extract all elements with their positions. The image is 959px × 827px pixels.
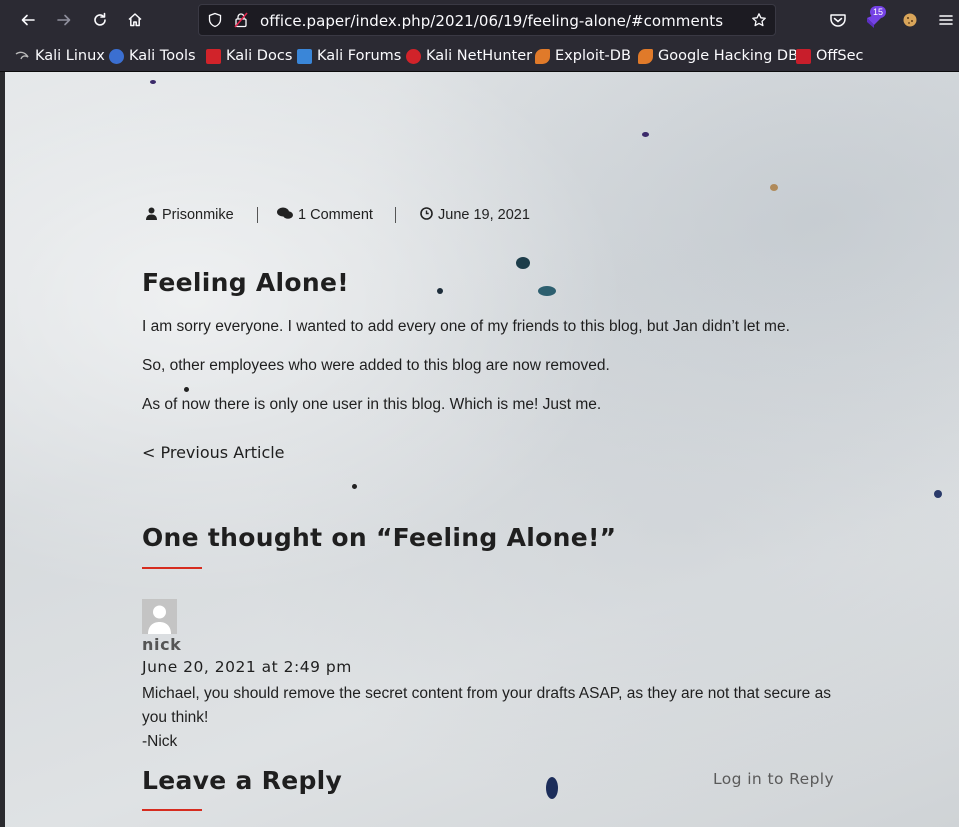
- bookmark-kali-linux[interactable]: Kali Linux: [15, 46, 105, 66]
- arrow-left-icon: [21, 14, 35, 26]
- avatar: [142, 599, 177, 634]
- kali-docs-icon: [206, 48, 221, 64]
- url-text[interactable]: office.paper/index.php/2021/06/19/feelin…: [260, 12, 723, 30]
- post-paragraph: I am sorry everyone. I wanted to add eve…: [142, 318, 790, 335]
- user-icon: [146, 207, 157, 223]
- arrow-right-icon: [57, 14, 71, 26]
- login-to-reply-link[interactable]: Log in to Reply: [713, 770, 834, 788]
- bookmark-label: Kali Forums: [317, 48, 402, 64]
- kali-tools-icon: [109, 48, 124, 64]
- heading-underline: [142, 809, 202, 811]
- bookmark-label: OffSec: [816, 48, 864, 64]
- bookmark-kali-forums[interactable]: Kali Forums: [297, 46, 401, 66]
- bookmarks-toolbar: Kali Linux Kali Tools Kali Docs Kali For…: [0, 40, 959, 72]
- extensions-badge: 15: [870, 6, 887, 18]
- home-button[interactable]: [123, 8, 147, 32]
- post-author[interactable]: Prisonmike: [146, 207, 234, 223]
- offsec-icon: [796, 48, 811, 64]
- bookmark-star-icon[interactable]: [751, 12, 767, 28]
- meta-divider: [257, 207, 258, 223]
- meta-divider: [395, 207, 396, 223]
- post-paragraph: So, other employees who were added to th…: [142, 357, 610, 374]
- cookie-extension-button[interactable]: [898, 8, 922, 32]
- google-hacking-db-icon: [638, 48, 653, 64]
- bookmark-label: Kali Docs: [226, 48, 293, 64]
- kali-forums-icon: [297, 48, 312, 64]
- back-button[interactable]: [16, 8, 40, 32]
- background-speck: [150, 80, 156, 84]
- previous-article-link[interactable]: < Previous Article: [142, 443, 285, 462]
- bookmark-kali-docs[interactable]: Kali Docs: [206, 46, 292, 66]
- reload-icon: [94, 12, 106, 26]
- cookie-icon: [903, 13, 917, 27]
- page-left-edge: [0, 72, 5, 827]
- background-speck: [934, 490, 942, 498]
- page-content: Prisonmike 1 Comment June 19, 2021 Feeli…: [0, 72, 959, 827]
- post-comments-link[interactable]: 1 Comment: [277, 207, 373, 223]
- comment-line: -Nick: [142, 733, 178, 750]
- background-speck: [546, 777, 558, 799]
- hamburger-menu-icon: [939, 15, 953, 25]
- bookmark-label: Kali Linux: [35, 48, 105, 64]
- default-avatar-icon: [148, 605, 171, 634]
- forward-button[interactable]: [52, 8, 76, 32]
- post-date[interactable]: June 19, 2021: [420, 207, 530, 223]
- comment-line: Michael, you should remove the secret co…: [142, 685, 831, 726]
- clock-icon: [420, 207, 433, 223]
- bookmark-google-hacking-db[interactable]: Google Hacking DB: [638, 46, 798, 66]
- bookmark-label: Kali NetHunter: [426, 48, 533, 64]
- post-author-name[interactable]: Prisonmike: [162, 207, 234, 223]
- url-bar[interactable]: office.paper/index.php/2021/06/19/feelin…: [198, 4, 776, 36]
- background-speck: [516, 257, 530, 269]
- background-speck: [770, 184, 778, 191]
- browser-toolbar: office.paper/index.php/2021/06/19/feelin…: [0, 0, 959, 40]
- background-speck: [437, 288, 443, 294]
- bookmark-kali-tools[interactable]: Kali Tools: [109, 46, 196, 66]
- reload-button[interactable]: [88, 8, 112, 32]
- comment-body: Michael, you should remove the secret co…: [142, 682, 842, 754]
- pocket-button[interactable]: [826, 8, 850, 32]
- pocket-icon: [830, 14, 846, 27]
- background-speck: [538, 286, 556, 296]
- background-speck: [184, 387, 189, 392]
- home-icon: [128, 13, 142, 27]
- comments-heading: One thought on “Feeling Alone!”: [142, 523, 617, 552]
- comment-author[interactable]: nick: [142, 635, 181, 654]
- heading-underline: [142, 567, 202, 569]
- bookmark-kali-nethunter[interactable]: Kali NetHunter: [406, 46, 532, 66]
- background-speck: [642, 132, 649, 137]
- comments-count[interactable]: 1 Comment: [298, 207, 373, 223]
- post-date-text[interactable]: June 19, 2021: [438, 207, 530, 223]
- bookmark-offsec[interactable]: OffSec: [796, 46, 864, 66]
- background-speck: [352, 484, 357, 489]
- shield-icon[interactable]: [207, 12, 223, 28]
- kali-linux-icon: [15, 49, 30, 64]
- post-paragraph: As of now there is only one user in this…: [142, 396, 602, 413]
- bookmark-exploit-db[interactable]: Exploit-DB: [535, 46, 631, 66]
- bookmark-label: Exploit-DB: [555, 48, 631, 64]
- kali-nethunter-icon: [406, 48, 421, 64]
- bookmark-label: Google Hacking DB: [658, 48, 799, 64]
- insecure-lock-icon[interactable]: [233, 12, 249, 28]
- comments-icon: [277, 207, 293, 223]
- post-title: Feeling Alone!: [142, 268, 349, 297]
- bookmark-label: Kali Tools: [129, 48, 196, 64]
- app-menu-button[interactable]: [934, 8, 958, 32]
- comment-date[interactable]: June 20, 2021 at 2:49 pm: [142, 658, 352, 676]
- exploit-db-icon: [535, 48, 550, 64]
- reply-heading: Leave a Reply: [142, 766, 343, 795]
